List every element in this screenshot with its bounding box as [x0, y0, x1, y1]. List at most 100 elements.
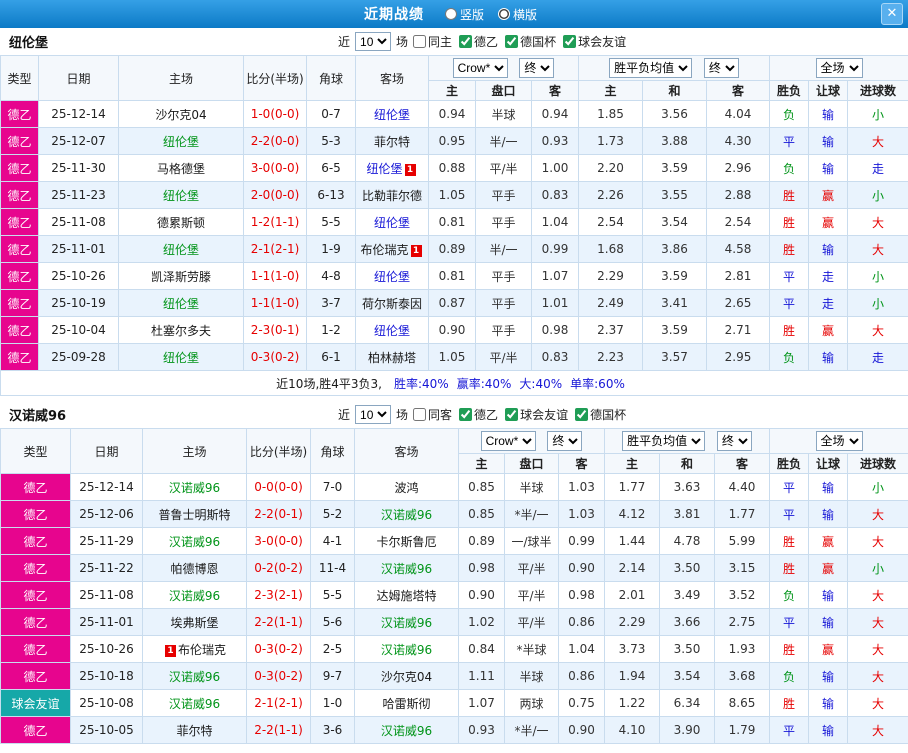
filter-check-2[interactable]: 德国杯: [505, 33, 556, 50]
home-team-link[interactable]: 沙尔克04: [155, 108, 206, 122]
home-team-link[interactable]: 凯泽斯劳滕: [151, 270, 211, 284]
league-type-cell: 德乙: [0, 343, 39, 371]
avg-cell-0: 2.14: [604, 554, 660, 582]
away-team-link[interactable]: 哈雷斯彻: [382, 697, 430, 711]
match-row: 德乙 25-12-07 纽伦堡 2-2(0-0) 5-3 菲尔特 0.95 半/一 0.93 1.…: [0, 127, 908, 155]
home-team-link[interactable]: 纽伦堡: [163, 297, 199, 311]
avg-cell-1: 6.34: [659, 689, 715, 717]
away-team-link[interactable]: 纽伦堡: [374, 324, 410, 338]
odds-cell-2: 1.04: [558, 635, 605, 663]
away-team-link[interactable]: 汉诺威96: [381, 562, 432, 576]
home-team-link[interactable]: 埃弗斯堡: [170, 616, 218, 630]
filter-check-0[interactable]: 同客: [413, 406, 452, 423]
handicap-result-cell: 输: [808, 127, 849, 155]
home-team-link[interactable]: 汉诺威96: [169, 697, 220, 711]
odds-cell-1: 平手: [475, 289, 532, 317]
home-team-link[interactable]: 纽伦堡: [163, 243, 199, 257]
away-team-link[interactable]: 汉诺威96: [381, 616, 432, 630]
odds-cell-1: *半球: [504, 635, 559, 663]
league-type-cell: 德乙: [0, 262, 39, 290]
avg-cell-2: 2.88: [705, 181, 771, 209]
away-team-link[interactable]: 汉诺威96: [381, 508, 432, 522]
avg-final-select[interactable]: 终: [716, 431, 752, 451]
away-team-link[interactable]: 卡尔斯鲁厄: [376, 535, 436, 549]
filter-check-0[interactable]: 同主: [413, 33, 452, 50]
home-team-link[interactable]: 汉诺威96: [169, 589, 220, 603]
filter-check-1[interactable]: 德乙: [459, 33, 498, 50]
layout-mode-vertical[interactable]: 竖版: [444, 6, 484, 23]
corner-cell: 6-13: [306, 181, 356, 209]
home-team-cell: 杜塞尔多夫: [118, 316, 244, 344]
filter-check-1[interactable]: 德乙: [459, 406, 498, 423]
vertical-radio[interactable]: [444, 8, 457, 20]
away-team-link[interactable]: 比勒菲尔德: [362, 189, 422, 203]
away-team-link[interactable]: 汉诺威96: [381, 643, 432, 657]
match-count-select[interactable]: 10: [355, 405, 392, 424]
league-type-cell: 德乙: [0, 635, 71, 663]
home-team-link[interactable]: 布伦瑞克: [178, 643, 226, 657]
results-table-nuremberg: 类型 日期 主场 比分(半场) 角球 客场 Crow* 终 胜平负均值 终 全场…: [0, 55, 908, 396]
away-team-link[interactable]: 汉诺威96: [381, 724, 432, 738]
filter-checkbox-0[interactable]: [413, 35, 427, 48]
section-nuremberg: 纽伦堡 近 10 场 同主 德乙 德国杯 球会友谊 类型 日期 主场 比分(半场…: [0, 28, 908, 396]
home-team-link[interactable]: 杜塞尔多夫: [151, 324, 211, 338]
home-team-link[interactable]: 马格德堡: [157, 162, 205, 176]
score-cell: 2-3(0-1): [243, 316, 307, 344]
away-team-link[interactable]: 达姆施塔特: [376, 589, 436, 603]
away-team-link[interactable]: 纽伦堡: [374, 108, 410, 122]
avg-cell-2: 2.81: [705, 262, 771, 290]
scope-select[interactable]: 全场: [815, 58, 863, 78]
filter-check-3[interactable]: 德国杯: [575, 406, 626, 423]
avg-odds-select[interactable]: 胜平负均值: [609, 58, 693, 78]
odds-cell-1: 半/一: [475, 235, 532, 263]
filter-checkbox-2[interactable]: [505, 408, 519, 421]
corner-cell: 6-1: [306, 343, 356, 371]
games-label: 场: [396, 408, 409, 422]
date-cell: 25-12-07: [38, 127, 119, 155]
away-team-link[interactable]: 柏林赫塔: [368, 351, 416, 365]
close-icon[interactable]: ✕: [881, 3, 903, 25]
home-team-link[interactable]: 纽伦堡: [163, 135, 199, 149]
away-team-link[interactable]: 菲尔特: [374, 135, 410, 149]
filter-checkbox-3[interactable]: [575, 408, 589, 421]
filter-checkbox-1[interactable]: [459, 408, 473, 421]
handicap-result-cell: 赢: [808, 527, 849, 555]
home-team-link[interactable]: 纽伦堡: [163, 351, 199, 365]
away-team-link[interactable]: 荷尔斯泰因: [362, 297, 422, 311]
home-team-link[interactable]: 纽伦堡: [163, 189, 199, 203]
home-team-link[interactable]: 德累斯顿: [157, 216, 205, 230]
scope-select[interactable]: 全场: [815, 431, 863, 451]
results-table-hannover: 类型 日期 主场 比分(半场) 角球 客场 Crow* 终 胜平负均值 终 全场…: [0, 428, 908, 744]
avg-odds-select[interactable]: 胜平负均值: [622, 431, 706, 451]
away-team-link[interactable]: 纽伦堡: [374, 270, 410, 284]
home-team-link[interactable]: 汉诺威96: [169, 670, 220, 684]
away-team-link[interactable]: 纽伦堡: [366, 162, 402, 176]
layout-mode-horizontal[interactable]: 横版: [498, 6, 537, 23]
avg-final-select[interactable]: 终: [703, 58, 739, 78]
filter-checkbox-label: 球会友谊: [578, 35, 627, 49]
match-count-select[interactable]: 10: [355, 32, 392, 51]
date-cell: 25-12-14: [70, 473, 143, 501]
odds-final-select[interactable]: 终: [519, 58, 555, 78]
odds-company-select[interactable]: Crow*: [452, 58, 508, 78]
away-team-link[interactable]: 波鸿: [394, 481, 418, 495]
horizontal-radio[interactable]: [498, 8, 510, 20]
filter-check-2[interactable]: 球会友谊: [505, 406, 568, 423]
odds-company-select[interactable]: Crow*: [480, 431, 536, 451]
home-team-link[interactable]: 汉诺威96: [169, 481, 220, 495]
home-team-link[interactable]: 帕德博恩: [170, 562, 218, 576]
filter-checkbox-0[interactable]: [413, 408, 427, 421]
avg-cell-2: 4.30: [705, 127, 771, 155]
away-team-link[interactable]: 沙尔克04: [381, 670, 432, 684]
filter-checkbox-3[interactable]: [563, 35, 577, 48]
filter-checkbox-1[interactable]: [459, 35, 473, 48]
filter-check-3[interactable]: 球会友谊: [563, 33, 626, 50]
home-team-link[interactable]: 普鲁士明斯特: [158, 508, 230, 522]
away-team-link[interactable]: 纽伦堡: [374, 216, 410, 230]
away-team-link[interactable]: 布伦瑞克: [360, 243, 408, 257]
filter-checkbox-2[interactable]: [505, 35, 519, 48]
odds-final-select[interactable]: 终: [547, 431, 583, 451]
home-team-link[interactable]: 汉诺威96: [169, 535, 220, 549]
home-team-link[interactable]: 菲尔特: [176, 724, 212, 738]
away-team-cell: 菲尔特: [355, 127, 429, 155]
